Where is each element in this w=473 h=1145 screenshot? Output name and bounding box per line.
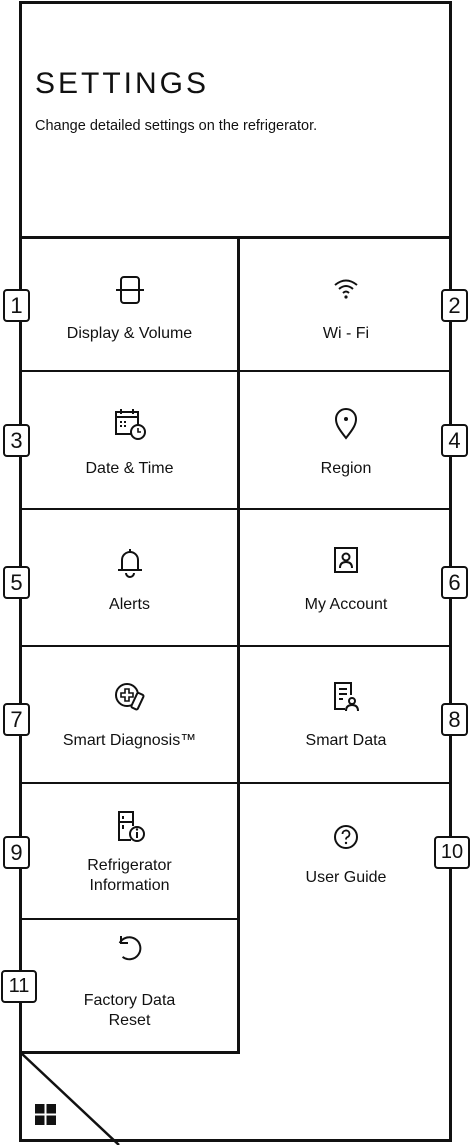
tile-factory-data-reset[interactable]: Factory Data Reset: [22, 920, 237, 1051]
tile-label: Smart Data: [305, 732, 387, 749]
account-icon: [333, 546, 359, 574]
location-pin-icon: [334, 408, 358, 440]
refrigerator-info-icon: [115, 810, 145, 842]
bell-icon: [116, 546, 144, 578]
question-icon: [333, 824, 359, 850]
tile-label: My Account: [304, 596, 388, 613]
callout-badge: 2: [441, 289, 468, 322]
display-volume-icon: [115, 275, 145, 305]
tile-label: Wi - Fi: [322, 325, 370, 342]
calendar-clock-icon: [114, 408, 146, 440]
callout-badge: 11: [1, 970, 37, 1003]
callout-badge: 3: [3, 424, 30, 457]
tile-label-line1: Refrigerator: [87, 857, 172, 874]
tile-label-line2: Reset: [108, 1012, 151, 1029]
tile-label-line2: Information: [89, 877, 170, 894]
tile-label: Alerts: [109, 596, 150, 613]
page-title: SETTINGS: [35, 67, 210, 100]
tile-region[interactable]: Region: [240, 372, 452, 508]
tile-date-time[interactable]: Date & Time: [22, 372, 237, 508]
smart-diagnosis-icon: [113, 681, 147, 713]
reset-icon: [115, 934, 145, 966]
page-subtitle: Change detailed settings on the refriger…: [35, 118, 318, 134]
callout-badge: 5: [3, 566, 30, 599]
tile-wifi[interactable]: Wi - Fi: [240, 239, 452, 370]
tile-label: User Guide: [305, 869, 387, 886]
callout-badge: 8: [441, 703, 468, 736]
tile-user-guide[interactable]: User Guide: [240, 784, 452, 918]
tile-alerts[interactable]: Alerts: [22, 510, 237, 645]
tile-smart-diagnosis[interactable]: Smart Diagnosis™: [22, 647, 237, 782]
callout-badge: 6: [441, 566, 468, 599]
callout-badge: 4: [441, 424, 468, 457]
tile-label: Display & Volume: [66, 325, 193, 342]
callout-badge: 7: [3, 703, 30, 736]
tile-label: Smart Diagnosis™: [62, 732, 197, 749]
tile-my-account[interactable]: My Account: [240, 510, 452, 645]
wifi-icon: [333, 277, 359, 299]
callout-badge: 1: [3, 289, 30, 322]
tile-display-volume[interactable]: Display & Volume: [22, 239, 237, 370]
tile-label: Region: [320, 460, 372, 477]
callout-badge: 9: [3, 836, 30, 869]
tile-label-line1: Factory Data: [83, 992, 176, 1009]
grid-apps-icon[interactable]: [35, 1104, 57, 1126]
tile-refrigerator-information[interactable]: Refrigerator Information: [22, 784, 237, 918]
corner-fold: [19, 1051, 120, 1145]
tile-label: Date & Time: [85, 460, 174, 477]
smart-data-icon: [331, 681, 361, 713]
tile-smart-data[interactable]: Smart Data: [240, 647, 452, 782]
callout-badge: 10: [434, 836, 470, 869]
